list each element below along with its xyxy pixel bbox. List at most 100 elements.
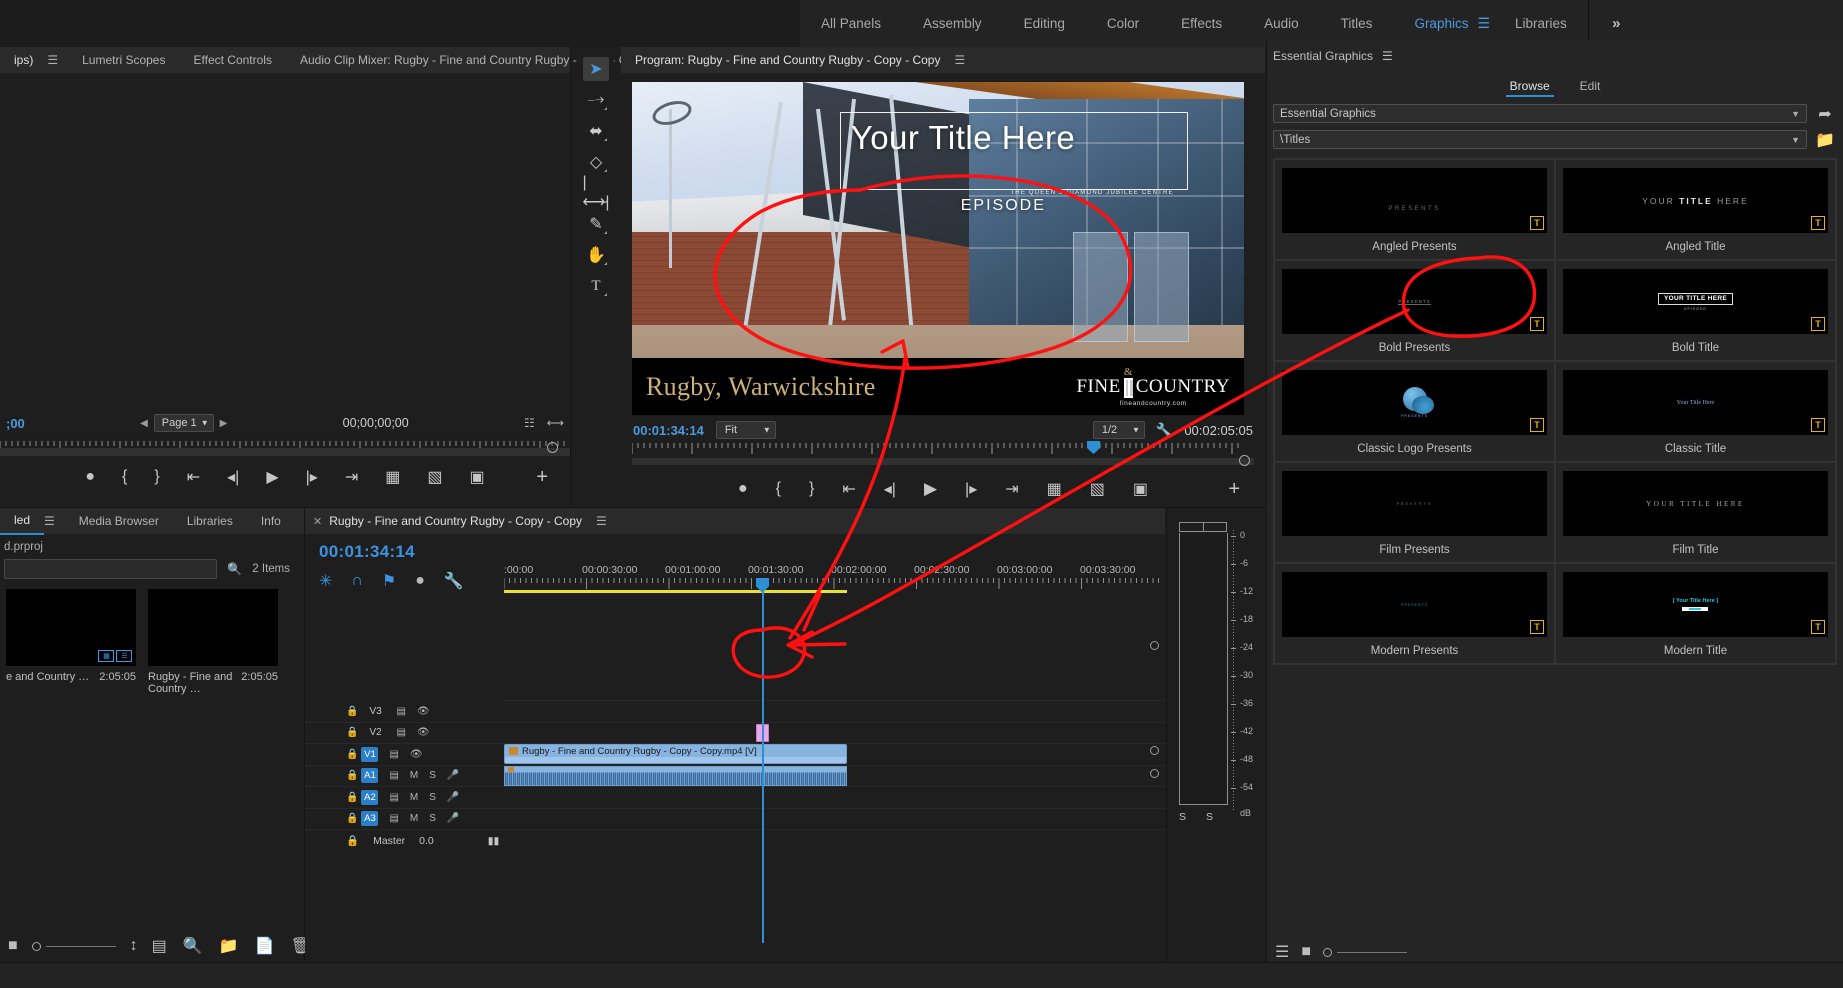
clip-thumbnail[interactable] [148, 589, 278, 666]
settings-wrench-icon[interactable]: 🔧 [1156, 422, 1173, 439]
track-header-a1[interactable]: 🔒 A1 ▤ M S 🎤 [305, 766, 504, 787]
track-label[interactable]: A1 [361, 768, 379, 784]
template-classic-logo-presents[interactable]: PRESENTS T Classic Logo Presents [1274, 361, 1555, 462]
video-clip[interactable]: Rugby - Fine and Country Rugby - Copy - … [504, 744, 847, 764]
template-angled-title[interactable]: YOUR TITLE HERE T Angled Title [1555, 159, 1836, 260]
tab-lumetri-scopes[interactable]: Lumetri Scopes [68, 47, 179, 73]
add-marker-icon[interactable]: ● [415, 572, 425, 590]
track-sync-icon[interactable]: ▤ [389, 770, 398, 781]
lock-icon[interactable]: 🔒 [346, 770, 358, 781]
mark-out-icon[interactable]: } [154, 468, 159, 486]
source-dragvideo-icon[interactable]: ⟷ [547, 416, 564, 430]
workspace-tab-color[interactable]: Color [1086, 0, 1160, 47]
program-video-view[interactable]: Your Title Here THE QUEEN'S DIAMOND JUBI… [632, 82, 1244, 415]
list-view-icon[interactable]: ■ [8, 937, 18, 955]
tab-edit[interactable]: Edit [1580, 79, 1601, 97]
filter-bin-icon[interactable]: 🔍 [227, 562, 242, 576]
selection-tool[interactable]: ➤ [583, 57, 609, 81]
workspace-tab-editing[interactable]: Editing [1003, 0, 1086, 47]
template-modern-title[interactable]: [ Your Title Here ] T Modern Title [1555, 563, 1836, 664]
solo-button-left[interactable]: S [1179, 811, 1186, 823]
grid-view-icon[interactable]: ■ [1301, 943, 1311, 961]
pen-tool[interactable]: ✎ [583, 212, 609, 236]
timeline-track-area[interactable]: Rugby - Fine and Country Rugby - Copy - … [504, 591, 1165, 943]
freeform-view-icon[interactable]: ▤ [152, 936, 167, 956]
snap-magnet-icon[interactable]: ∩ [351, 572, 363, 590]
program-panel-menu-icon[interactable]: ☰ [954, 53, 975, 67]
solo-button[interactable]: S [429, 770, 436, 781]
panel-menu-icon[interactable]: ☰ [1382, 49, 1393, 63]
source-timecode-current[interactable]: ;00 [6, 416, 25, 431]
timeline-menu-icon[interactable]: ☰ [596, 514, 617, 528]
program-monitor-ruler[interactable] [632, 441, 1254, 466]
lock-icon[interactable]: 🔒 [346, 749, 358, 760]
track-label[interactable]: V1 [361, 746, 379, 762]
hand-tool[interactable]: ✋ [583, 243, 609, 267]
extract-icon[interactable]: ▧ [1090, 479, 1105, 499]
track-sync-icon[interactable]: ▤ [389, 749, 398, 760]
microphone-icon[interactable]: 🎤 [447, 770, 459, 781]
step-forward-icon[interactable]: |▸ [306, 467, 318, 487]
timeline-ruler[interactable]: :00:00 00:00:30:00 00:01:00:00 00:01:30:… [504, 534, 1165, 593]
timeline-lane-v1[interactable]: Rugby - Fine and Country Rugby - Copy - … [504, 744, 1165, 766]
timeline-lane-empty[interactable] [504, 591, 1165, 701]
library-select[interactable]: Essential Graphics ▼ [1273, 104, 1807, 123]
solo-button[interactable]: S [429, 792, 436, 803]
zoom-slider-handle[interactable] [31, 941, 41, 951]
program-fit-select[interactable]: Fit ▼ [715, 421, 776, 439]
list-item[interactable]: Rugby - Fine and Country … 2:05:05 [148, 589, 278, 695]
master-value[interactable]: 0.0 [419, 835, 434, 847]
template-film-title[interactable]: YOUR TITLE HERE Film Title [1555, 462, 1836, 563]
thumbnail-zoom-slider[interactable] [1323, 947, 1408, 957]
ripple-edit-tool[interactable]: ⬌ [583, 119, 609, 143]
track-header-v3[interactable]: 🔒 V3 ▤ 👁 [305, 701, 504, 723]
page-next-icon[interactable]: ▶ [220, 418, 228, 429]
program-timecode-current[interactable]: 00:01:34:14 [633, 423, 704, 438]
mute-button[interactable]: M [410, 813, 418, 824]
solo-button-right[interactable]: S [1206, 811, 1213, 823]
goto-in-icon[interactable]: ⇤ [187, 467, 200, 487]
tab-project[interactable]: led [0, 507, 45, 535]
track-select-forward-tool[interactable]: ⤍ [583, 88, 609, 112]
step-back-icon[interactable]: ◂| [884, 479, 896, 499]
tab-media-browser[interactable]: Media Browser [65, 508, 173, 534]
workspace-tab-effects[interactable]: Effects [1160, 0, 1243, 47]
source-panel-menu-icon[interactable]: ☰ [47, 53, 68, 67]
sequence-settings-icon[interactable]: ✳ [319, 571, 332, 591]
play-icon[interactable]: ▶ [266, 467, 278, 487]
export-frame-icon[interactable]: ▣ [1133, 479, 1148, 499]
project-panel-menu-icon[interactable]: ☰ [44, 514, 65, 528]
timeline-playhead-timecode[interactable]: 00:01:34:14 [319, 542, 504, 562]
source-scroll-knob[interactable] [547, 442, 558, 453]
track-label[interactable]: A3 [361, 811, 379, 827]
play-icon[interactable]: ▶ [924, 479, 937, 499]
eye-icon[interactable]: 👁 [417, 727, 430, 738]
timeline-lane-a3[interactable] [504, 809, 1165, 830]
track-header-a2[interactable]: 🔒 A2 ▤ M S 🎤 [305, 787, 504, 809]
tab-libraries[interactable]: Libraries [173, 508, 247, 534]
timeline-scroll-knob-mid[interactable] [1150, 746, 1159, 755]
mark-out-icon[interactable]: } [809, 480, 814, 498]
overwrite-icon[interactable]: ▧ [427, 467, 442, 487]
track-header-a3[interactable]: 🔒 A3 ▤ M S 🎤 [305, 809, 504, 830]
button-editor-plus-icon[interactable]: + [1228, 478, 1240, 501]
track-header-v2[interactable]: 🔒 V2 ▤ 👁 [305, 723, 504, 744]
thumbnail-zoom-slider[interactable] [31, 941, 116, 951]
slip-tool[interactable]: |⟷| [582, 174, 609, 211]
timeline-lane-a2[interactable] [504, 787, 1165, 809]
clip-thumbnail[interactable]: ▦ ☰ [6, 589, 136, 666]
close-icon[interactable]: ✕ [313, 515, 322, 528]
mute-button[interactable]: M [410, 792, 418, 803]
add-marker-icon[interactable]: ● [738, 480, 748, 498]
timeline-display-settings-icon[interactable]: 🔧 [444, 571, 464, 591]
template-classic-title[interactable]: Your Title Here T Classic Title [1555, 361, 1836, 462]
new-bin-icon[interactable]: 📁 [219, 936, 239, 956]
timeline-scroll-knob-bottom[interactable] [1150, 769, 1159, 778]
timeline-lane-a1[interactable] [504, 765, 1165, 787]
step-back-icon[interactable]: ◂| [227, 467, 239, 487]
source-monitor-canvas[interactable] [0, 73, 570, 408]
lock-icon[interactable]: 🔒 [346, 834, 359, 847]
eye-icon[interactable]: 👁 [417, 706, 430, 717]
template-bold-title[interactable]: YOUR TITLE HERE EPISODE T Bold Title [1555, 260, 1836, 361]
goto-out-icon[interactable]: ⇥ [345, 467, 358, 487]
